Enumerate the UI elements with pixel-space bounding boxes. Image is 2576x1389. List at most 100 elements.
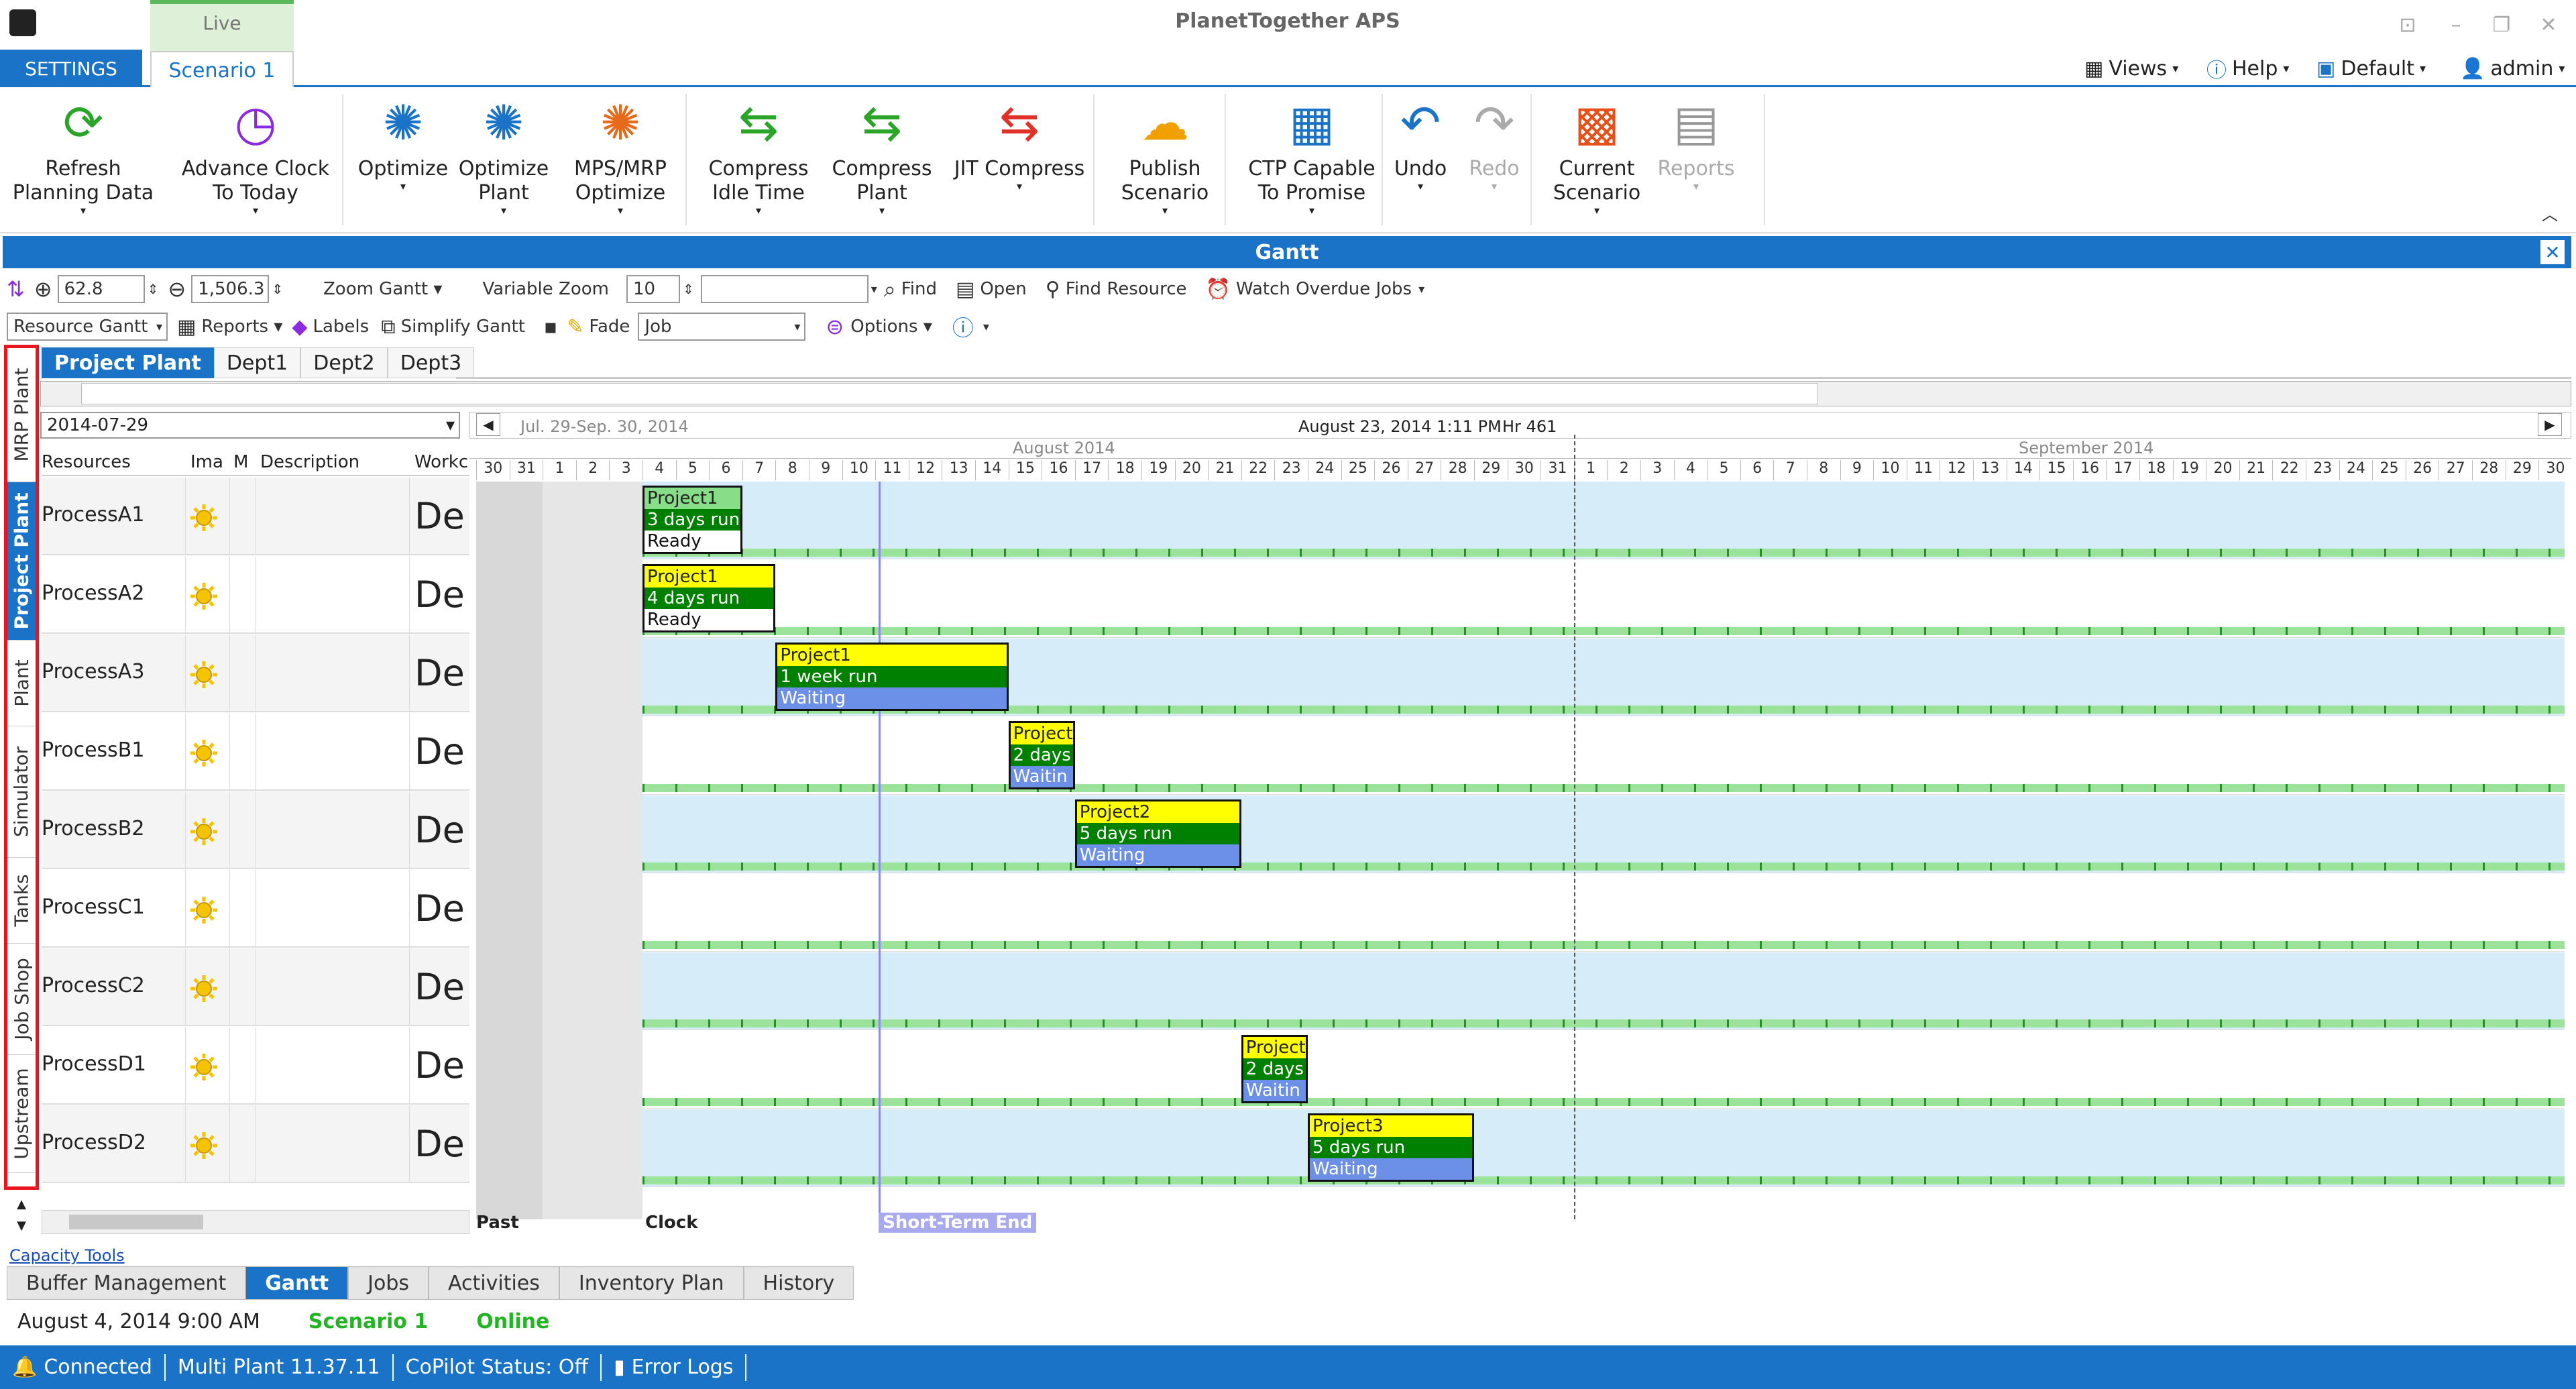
bottom-tab-activities[interactable]: Activities (429, 1266, 559, 1300)
timeline-prev-button[interactable]: ◀ (476, 413, 500, 436)
minimize-button[interactable]: – (2436, 8, 2476, 42)
optimize-plant-button[interactable]: ✺ Optimize Plant ▾ (453, 93, 554, 227)
sort-icon[interactable]: ⇅ (7, 276, 25, 302)
mps-mrp-button[interactable]: ✺ MPS/MRP Optimize ▾ (557, 93, 684, 227)
maximize-button[interactable]: ❐ (2481, 8, 2522, 42)
job-block[interactable]: Project2 5 days run Waiting (1074, 799, 1241, 868)
zoom2-input[interactable]: 1,506.3 (191, 275, 270, 303)
bottom-tab-gantt[interactable]: Gantt (245, 1266, 349, 1300)
resource-row[interactable]: ProcessA2 De (42, 556, 469, 634)
resource-row[interactable]: ProcessC1 De (42, 870, 469, 948)
ctp-button[interactable]: ▦ CTP Capable To Promise ▾ (1234, 93, 1390, 227)
collapse-ribbon-icon[interactable]: ︿ (2542, 201, 2558, 225)
toolbar2-overflow-icon[interactable]: ▾ (983, 320, 989, 334)
gantt-type-select[interactable]: Resource Gantt ▾ (7, 313, 168, 341)
close-window-button[interactable]: ✕ (2528, 8, 2569, 42)
gantt-top-scrollbar[interactable] (40, 381, 2571, 406)
zoom-input[interactable]: 62.8 (57, 275, 145, 303)
resource-row[interactable]: ProcessA3 De (42, 634, 469, 712)
col-resources[interactable]: Resources (42, 452, 131, 472)
resource-row[interactable]: ProcessA1 De (42, 478, 469, 555)
user-menu[interactable]: 👤 admin ▾ (2460, 54, 2565, 83)
col-m[interactable]: M (233, 452, 248, 472)
open-button[interactable]: Open (980, 279, 1026, 299)
side-tab-job-shop[interactable]: Job Shop (7, 944, 36, 1055)
timeline-next-button[interactable]: ▶ (2538, 413, 2562, 436)
resource-row[interactable]: ProcessB2 De (42, 791, 469, 869)
find-input[interactable] (700, 275, 869, 303)
job-block[interactable]: Project1 1 week run Waiting (775, 643, 1009, 711)
status-copilot[interactable]: CoPilot Status: Off (394, 1353, 602, 1381)
views-menu[interactable]: ▦ Views ▾ (2084, 54, 2178, 83)
jit-compress-button[interactable]: ⇆ JIT Compress ▾ (939, 93, 1100, 227)
toolbar-overflow-icon[interactable]: ▾ (1418, 282, 1424, 296)
zoom-stepper[interactable]: ⇕ (148, 281, 159, 297)
col-image[interactable]: Ima (190, 452, 223, 472)
refresh-button[interactable]: ⟳ Refresh Planning Data ▾ (9, 93, 157, 227)
col-description[interactable]: Description (260, 452, 359, 472)
comment-icon[interactable]: ▪ (544, 315, 557, 339)
layout-menu[interactable]: ▣ Default ▾ (2316, 54, 2426, 83)
date-picker[interactable]: 2014-07-29 ▾ (40, 412, 460, 439)
side-tab-project-plant[interactable]: Project Plant (7, 482, 36, 641)
find-dropdown[interactable]: ▾ (871, 282, 877, 296)
simplify-icon[interactable]: ⧉ (381, 315, 395, 339)
plant-tab-dept1[interactable]: Dept1 (213, 347, 301, 378)
bottom-tab-history[interactable]: History (743, 1266, 854, 1300)
find-button[interactable]: Find (901, 279, 937, 299)
gantt-row[interactable] (642, 482, 2565, 559)
optimize-button[interactable]: ✺ Optimize ▾ (355, 93, 451, 227)
side-tab-simulator[interactable]: Simulator (7, 726, 36, 858)
gantt-row[interactable] (642, 1109, 2565, 1187)
side-tab-tanks[interactable]: Tanks (7, 858, 36, 944)
help-menu[interactable]: ⓘ Help ▾ (2206, 54, 2289, 83)
close-gantt-button[interactable]: ✕ (2540, 240, 2565, 264)
reports-button[interactable]: ▤ Reports ▾ (1653, 93, 1740, 227)
tab-settings[interactable]: SETTINGS (0, 50, 142, 87)
tag-icon[interactable]: ◆ (292, 315, 307, 339)
find-resource-icon[interactable]: ⚲ (1046, 278, 1060, 301)
resource-row[interactable]: ProcessD2 De (42, 1105, 469, 1183)
capacity-tools-link[interactable]: Capacity Tools (9, 1246, 125, 1265)
gantt-row[interactable] (642, 717, 2565, 795)
reports-icon[interactable]: ▦ (177, 315, 196, 339)
resource-row[interactable]: ProcessB1 De (42, 713, 469, 791)
redo-button[interactable]: ↷ Redo ▾ (1461, 93, 1528, 227)
plant-tab-dept2[interactable]: Dept2 (300, 347, 388, 378)
compress-plant-button[interactable]: ⇆ Compress Plant ▾ (826, 93, 938, 227)
gantt-row[interactable] (642, 1031, 2565, 1109)
find-resource-button[interactable]: Find Resource (1066, 279, 1187, 299)
resource-row[interactable]: ProcessD1 De (42, 1027, 469, 1105)
plant-tab-dept3[interactable]: Dept3 (387, 347, 475, 378)
zoom-out-icon[interactable]: ⊖ (168, 276, 186, 302)
gantt-row[interactable] (642, 952, 2565, 1030)
bottom-tab-buffer-management[interactable]: Buffer Management (7, 1266, 246, 1300)
plant-tab-project-plant[interactable]: Project Plant (42, 347, 214, 378)
side-tab-upstream[interactable]: Upstream (7, 1055, 36, 1173)
variable-zoom-input[interactable]: 10 (626, 275, 680, 303)
undo-button[interactable]: ↶ Undo ▾ (1387, 93, 1454, 227)
bottom-tab-jobs[interactable]: Jobs (348, 1266, 429, 1300)
options-dropdown[interactable]: Options ▾ (850, 317, 932, 337)
labels-button[interactable]: Labels (313, 317, 370, 337)
info-icon[interactable]: ⓘ (952, 311, 974, 342)
fade-select[interactable]: Job ▾ (638, 313, 806, 341)
zoom-gantt-dropdown[interactable]: Zoom Gantt ▾ (323, 279, 443, 299)
resource-row[interactable]: ProcessC2 De (42, 948, 469, 1026)
job-block[interactable]: Project1 3 days run Ready (642, 486, 742, 554)
alarm-clock-icon[interactable]: ⏰ (1206, 278, 1231, 301)
vertical-scroll-down[interactable]: ▼ (9, 1215, 34, 1235)
publish-button[interactable]: ☁ Publish Scenario ▾ (1103, 93, 1227, 227)
gantt-row[interactable] (642, 560, 2565, 638)
job-block[interactable]: Project 2 days Waitin (1241, 1035, 1308, 1103)
compress-idle-button[interactable]: ⇆ Compress Idle Time ▾ (695, 93, 822, 227)
status-error-logs[interactable]: ▮ Error Logs (602, 1353, 747, 1381)
options-icon[interactable]: ⊜ (826, 314, 844, 339)
zoom2-stepper[interactable]: ⇕ (272, 281, 283, 297)
search-icon[interactable]: ⌕ (884, 276, 896, 302)
current-scenario-button[interactable]: ▩ Current Scenario ▾ (1540, 93, 1654, 227)
resource-hscroll[interactable] (42, 1210, 469, 1234)
vertical-scroll-up[interactable]: ▲ (9, 1194, 34, 1214)
side-tab-plant[interactable]: Plant (7, 641, 36, 726)
pin-icon[interactable]: ⊡ (2388, 8, 2428, 42)
